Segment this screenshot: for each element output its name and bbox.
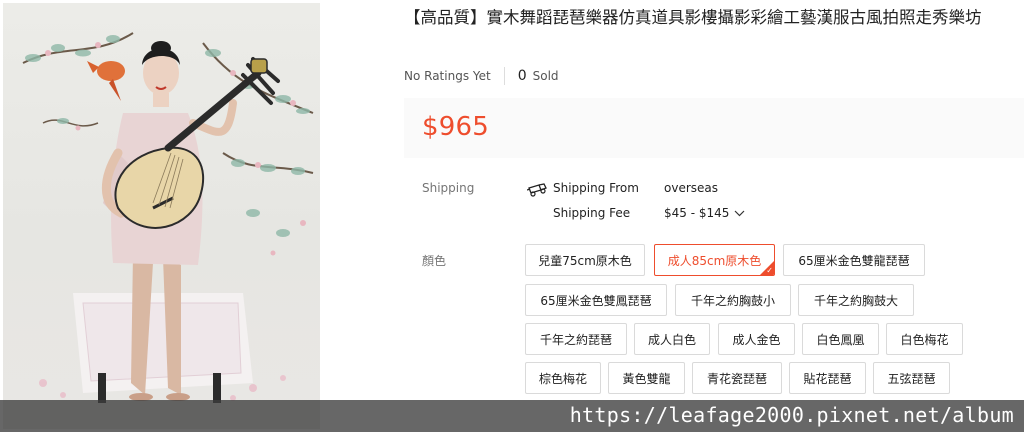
variation-option-label: 貼花琵琶 <box>803 371 852 386</box>
variation-option-label: 黃色雙龍 <box>622 371 671 386</box>
variation-option-label: 兒童75cm原木色 <box>538 253 632 268</box>
shipping-label: Shipping <box>422 181 475 195</box>
variation-label: 顏色 <box>422 254 447 268</box>
variation-option[interactable]: 65厘米金色雙龍琵琶 <box>783 244 925 276</box>
variation-option-label: 千年之約胸鼓大 <box>813 293 898 308</box>
product-image[interactable] <box>3 3 320 429</box>
variation-option[interactable]: 白色梅花 <box>886 323 963 355</box>
price-panel: $965 <box>404 98 1024 158</box>
truck-icon <box>526 182 548 201</box>
shipping-fee-dropdown[interactable]: $45 - $145 <box>664 206 745 220</box>
variation-option-selected[interactable]: 成人85cm原木色 ✓ <box>654 244 775 276</box>
watermark-text: https://leafage2000.pixnet.net/album <box>569 403 1014 427</box>
checkmark-icon: ✓ <box>766 266 773 275</box>
variation-option-label: 白色梅花 <box>900 332 949 347</box>
variation-option[interactable]: 兒童75cm原木色 <box>525 244 645 276</box>
variation-option[interactable]: 成人白色 <box>634 323 710 355</box>
shipping-fee-label: Shipping Fee <box>553 206 631 220</box>
sold-label: Sold <box>532 69 559 83</box>
variation-option-label: 千年之約胸鼓小 <box>690 293 775 308</box>
variation-option[interactable]: 成人金色 <box>718 323 795 355</box>
variation-option-label: 65厘米金色雙鳳琵琶 <box>540 293 652 308</box>
shipping-from-label: Shipping From <box>553 181 639 195</box>
divider <box>503 67 505 85</box>
product-photo-illustration <box>22 32 314 403</box>
ratings-row: No Ratings Yet 0 Sold <box>404 66 559 86</box>
variation-option[interactable]: 千年之約胸鼓大 <box>798 284 914 316</box>
variation-option-label: 五弦琵琶 <box>887 371 936 386</box>
variation-option-label: 白色鳳凰 <box>816 332 865 347</box>
product-title: 【高品質】實木舞蹈琵琶樂器仿真道具影樓攝影彩繪工藝漢服古風拍照走秀樂坊 <box>404 8 982 27</box>
variation-option-label: 成人金色 <box>732 332 781 347</box>
variation-option-label: 65厘米金色雙龍琵琶 <box>798 253 910 268</box>
variation-option[interactable]: 黃色雙龍 <box>608 362 685 394</box>
shipping-fee-value: $45 - $145 <box>664 206 730 220</box>
sold-count: 0 <box>517 68 527 84</box>
variation-option[interactable]: 白色鳳凰 <box>802 323 879 355</box>
variation-option[interactable]: 青花瓷琵琶 <box>692 362 782 394</box>
variation-option[interactable]: 貼花琵琶 <box>789 362 866 394</box>
shipping-from-value: overseas <box>664 181 718 195</box>
variation-option[interactable]: 五弦琵琶 <box>873 362 950 394</box>
variation-option-label: 成人85cm原木色 <box>667 253 762 268</box>
variation-option-label: 青花瓷琵琶 <box>706 371 767 386</box>
product-price: $965 <box>422 112 489 142</box>
watermark-bar: https://leafage2000.pixnet.net/album <box>0 400 1024 432</box>
variation-option[interactable]: 棕色梅花 <box>525 362 601 394</box>
variation-option-label: 成人白色 <box>647 332 696 347</box>
variation-option-label: 千年之約琵琶 <box>539 332 612 347</box>
chevron-down-icon <box>734 206 745 220</box>
variation-option[interactable]: 65厘米金色雙鳳琵琶 <box>525 284 667 316</box>
variation-option-label: 棕色梅花 <box>538 371 587 386</box>
variation-option[interactable]: 千年之約琵琶 <box>525 323 627 355</box>
ratings-text: No Ratings Yet <box>404 69 491 83</box>
variation-option[interactable]: 千年之約胸鼓小 <box>675 284 791 316</box>
